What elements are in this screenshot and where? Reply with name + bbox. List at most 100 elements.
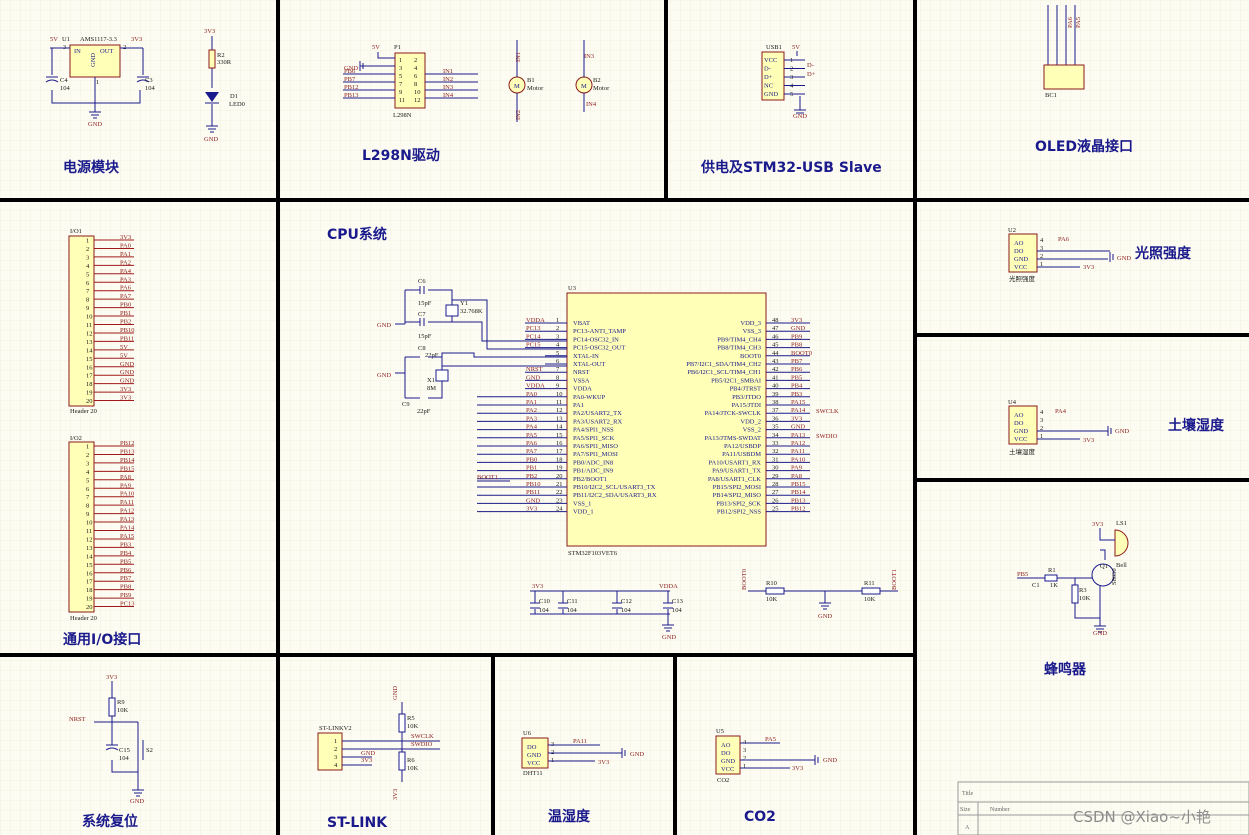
svg-text:SWDIO: SWDIO xyxy=(411,741,433,748)
cpu-left-pin-number: 17 xyxy=(556,448,563,455)
section-title-buzzer: 蜂鸣器 xyxy=(1044,661,1087,678)
cpu-right-net: PA10 xyxy=(791,456,805,463)
l298n-right-net: IN1 xyxy=(443,68,453,75)
svg-text:Size: Size xyxy=(960,807,971,813)
cpu-left-pin-name: VBAT xyxy=(573,320,590,327)
svg-text:8M: 8M xyxy=(427,385,436,392)
cpu-left-pin-number: 8 xyxy=(556,374,559,381)
svg-text:Motor: Motor xyxy=(593,85,610,92)
cpu-right-pin-number: 41 xyxy=(772,374,779,381)
svg-text:PB5: PB5 xyxy=(1017,571,1028,578)
cpu-left-pin-name: NRST xyxy=(573,369,590,376)
svg-text:5V: 5V xyxy=(792,44,800,51)
cpu-left-pin-name: PA4/SPI1_NSS xyxy=(573,427,614,434)
svg-text:B1: B1 xyxy=(527,77,535,84)
cpu-left-pin-name: XTAL-OUT xyxy=(573,361,605,368)
svg-text:10K: 10K xyxy=(407,765,419,772)
svg-text:C15: C15 xyxy=(119,747,130,754)
header-pin-net: PB4 xyxy=(120,550,132,557)
header-pin-net: 3V3 xyxy=(120,234,131,241)
cpu-right-pin-name: PA12/USBDP xyxy=(724,443,761,450)
header-pin-net: PB12 xyxy=(120,440,134,447)
svg-text:A: A xyxy=(965,825,970,831)
svg-text:R1: R1 xyxy=(1048,567,1056,574)
cpu-left-pin-name: PB2/BOOT1 xyxy=(573,476,607,483)
cpu-left-net: PC14 xyxy=(526,333,541,340)
cpu-right-net: PA15 xyxy=(791,399,805,406)
cpu-left-net: PA2 xyxy=(526,407,537,414)
svg-text:Bell: Bell xyxy=(1116,562,1127,569)
svg-text:U4: U4 xyxy=(1008,399,1017,406)
cpu-right-pin-name: PB14/SPI2_MISO xyxy=(713,492,762,499)
svg-text:15pF: 15pF xyxy=(418,333,432,340)
header-pin-number: 9 xyxy=(86,305,89,312)
svg-text:C4: C4 xyxy=(60,77,68,84)
svg-text:3V3: 3V3 xyxy=(1083,264,1094,271)
l298n-right-net: IN4 xyxy=(443,92,454,99)
section-title-usb: 供电及STM32-USB Slave xyxy=(700,159,882,176)
svg-text:3V3: 3V3 xyxy=(598,759,609,766)
l298n-right-pin: 12 xyxy=(414,97,421,104)
cpu-right-pin-name: BOOT0 xyxy=(740,353,761,360)
svg-text:32.768K: 32.768K xyxy=(460,308,483,315)
sensor-pin-number: 1 xyxy=(743,763,746,770)
cpu-cap-value: 104 xyxy=(567,607,578,614)
section-title-soil: 土壤湿度 xyxy=(1168,417,1225,434)
svg-text:I/O2: I/O2 xyxy=(70,435,82,442)
cpu-cap-value: 104 xyxy=(672,607,683,614)
l298n-right-pin: 2 xyxy=(414,57,417,64)
cpu-left-pin-number: 16 xyxy=(556,440,563,447)
cpu-left-pin-name: PB1/ADC_IN9 xyxy=(573,468,613,475)
cpu-left-pin-number: 19 xyxy=(556,465,563,472)
sensor-pin-name: AO xyxy=(721,742,731,749)
svg-text:LS1: LS1 xyxy=(1116,520,1127,527)
svg-text:104: 104 xyxy=(145,85,156,92)
header-pin-net: PB11 xyxy=(120,335,134,342)
cpu-left-pin-name: PB0/ADC_IN8 xyxy=(573,459,613,466)
cpu-right-pin-number: 47 xyxy=(772,325,779,332)
cpu-left-pin-name: VSSA xyxy=(573,377,590,384)
header-pin-number: 18 xyxy=(86,587,93,594)
cpu-right-pin-name: PA10/USART1_RX xyxy=(709,459,762,466)
sensor-pin-name: VCC xyxy=(721,766,734,773)
svg-text:GND: GND xyxy=(377,372,391,379)
l298n-right-net: IN2 xyxy=(443,76,453,83)
svg-text:PA11: PA11 xyxy=(573,738,587,745)
svg-text:Y1: Y1 xyxy=(460,300,468,307)
svg-text:5V: 5V xyxy=(372,44,380,51)
header-pin-net: PB14 xyxy=(120,457,135,464)
cpu-left-net: PA4 xyxy=(526,424,538,431)
cpu-right-pin-number: 38 xyxy=(772,399,779,406)
l298n-left-pin: 5 xyxy=(399,73,402,80)
svg-text:STM32F103VET6: STM32F103VET6 xyxy=(568,550,618,557)
cpu-left-pin-name: PA2/USART2_TX xyxy=(573,410,622,417)
cpu-right-net: PA12 xyxy=(791,440,805,447)
cpu-right-pin-name: PA15/JTDI xyxy=(732,402,761,409)
svg-text:BOOT1: BOOT1 xyxy=(891,569,898,590)
header-pin-net: PA7 xyxy=(120,293,132,300)
cpu-left-pin-name: PC15-OSC32_OUT xyxy=(573,345,625,352)
svg-text:C7: C7 xyxy=(418,311,426,318)
cpu-right-pin-name: PB12/SPI2_NSS xyxy=(717,509,761,516)
section-title-temp: 温湿度 xyxy=(548,808,591,825)
cpu-right-pin-name: PB3/JTDO xyxy=(732,394,761,401)
cpu-right-net: PB4 xyxy=(791,383,803,390)
cpu-left-net: GND xyxy=(526,374,540,381)
header-pin-net: GND xyxy=(120,378,134,385)
svg-text:R9: R9 xyxy=(117,699,125,706)
l298n-left-pin: 11 xyxy=(399,97,405,104)
header-pin-number: 12 xyxy=(86,330,93,337)
header-pin-number: 12 xyxy=(86,536,93,543)
svg-text:S8050: S8050 xyxy=(1111,568,1118,585)
svg-text:3V3: 3V3 xyxy=(361,757,372,764)
svg-text:GND: GND xyxy=(818,613,832,620)
cpu-right-pin-name: PB7/I2C1_SDA/TIM4_CH2 xyxy=(686,361,761,368)
l298n-left-net: PB7 xyxy=(344,76,356,83)
header-pin-net: 5V xyxy=(120,344,128,351)
svg-text:NRST: NRST xyxy=(69,716,86,723)
svg-text:C8: C8 xyxy=(418,345,426,352)
cpu-left-net: PA1 xyxy=(526,399,537,406)
svg-text:Header 20: Header 20 xyxy=(70,615,97,622)
header-pin-number: 2 xyxy=(86,246,89,253)
cpu-right-net: PB12 xyxy=(791,506,805,513)
